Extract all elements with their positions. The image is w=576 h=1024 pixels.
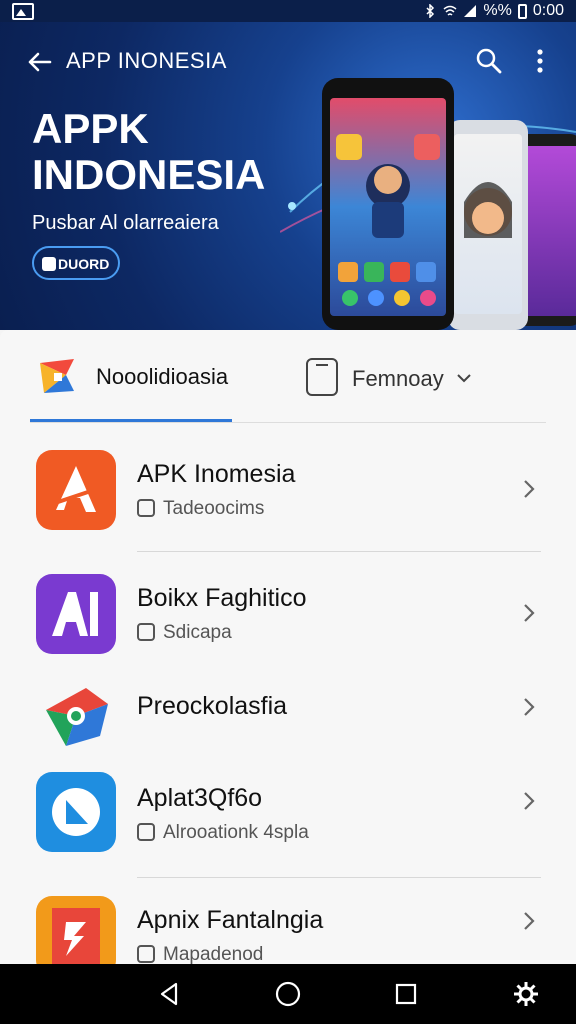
battery-percent: %% bbox=[483, 2, 512, 19]
category-tabs: Nooolidioasia Femnoay bbox=[0, 330, 576, 424]
app-name: Apnix Fantalngia bbox=[137, 906, 324, 934]
phone-icon bbox=[306, 358, 338, 396]
meta-icon bbox=[137, 823, 155, 841]
nav-recents-icon[interactable] bbox=[392, 980, 420, 1008]
gear-icon[interactable] bbox=[512, 980, 540, 1008]
chevron-right-icon bbox=[524, 480, 535, 498]
back-arrow-icon[interactable] bbox=[26, 48, 54, 76]
list-divider bbox=[137, 551, 541, 552]
meta-icon bbox=[137, 623, 155, 641]
clock: 0:00 bbox=[532, 2, 564, 19]
app-name: APK Inomesia bbox=[137, 460, 296, 488]
app-icon bbox=[36, 680, 116, 760]
status-bar: %% 0:00 bbox=[0, 0, 576, 22]
system-nav-bar bbox=[0, 964, 576, 1024]
wifi-icon bbox=[443, 5, 457, 16]
chevron-right-icon bbox=[524, 912, 535, 930]
badge-icon bbox=[42, 257, 56, 271]
app-name: Boikx Faghitico bbox=[137, 584, 307, 612]
meta-icon bbox=[137, 499, 155, 517]
app-name: Aplat3Qf6o bbox=[137, 784, 263, 812]
chevron-down-icon bbox=[457, 374, 471, 383]
app-store-logo-icon bbox=[40, 359, 74, 393]
list-divider bbox=[137, 877, 541, 878]
chevron-right-icon bbox=[524, 604, 535, 622]
chevron-right-icon bbox=[524, 698, 535, 716]
signal-icon bbox=[464, 5, 477, 17]
app-name: Preockolasfia bbox=[137, 692, 288, 720]
tab-femnoay[interactable]: Femnoay bbox=[304, 330, 504, 424]
nav-home-icon[interactable] bbox=[274, 980, 302, 1008]
nav-back-icon[interactable] bbox=[156, 980, 184, 1008]
chevron-right-icon bbox=[524, 792, 535, 810]
tab-nooolidioasia[interactable]: Nooolidioasia bbox=[30, 330, 232, 424]
battery-icon bbox=[517, 3, 527, 19]
app-meta: Tadeoocims bbox=[137, 498, 264, 520]
meta-icon bbox=[137, 945, 155, 963]
gallery-notification-icon bbox=[12, 3, 34, 20]
app-icon bbox=[36, 896, 116, 964]
hero-title: APPK INDONESIA bbox=[32, 105, 266, 198]
app-meta: Alrooationk 4spla bbox=[137, 822, 309, 844]
app-meta: Mapadenod bbox=[137, 944, 263, 964]
app-icon bbox=[36, 450, 116, 530]
tab-label: Nooolidioasia bbox=[96, 364, 229, 389]
phones-illustration bbox=[280, 78, 576, 330]
app-meta: Sdicapa bbox=[137, 622, 232, 644]
tab-divider bbox=[30, 422, 546, 423]
app-icon bbox=[36, 772, 116, 852]
app-list: APK Inomesia Tadeoocims Boikx Faghitico … bbox=[0, 424, 576, 964]
app-icon bbox=[36, 574, 116, 654]
hero-banner: APP INONESIA APPK INDONESIA Pusbar Al ol… bbox=[0, 22, 576, 330]
hero-subtitle: Pusbar Al olarreaiera bbox=[32, 212, 219, 234]
hero-button[interactable]: DUORD bbox=[32, 246, 120, 280]
tab-label: Femnoay bbox=[352, 366, 444, 391]
toolbar-title: APP INONESIA bbox=[66, 48, 227, 73]
bluetooth-icon bbox=[426, 4, 435, 18]
